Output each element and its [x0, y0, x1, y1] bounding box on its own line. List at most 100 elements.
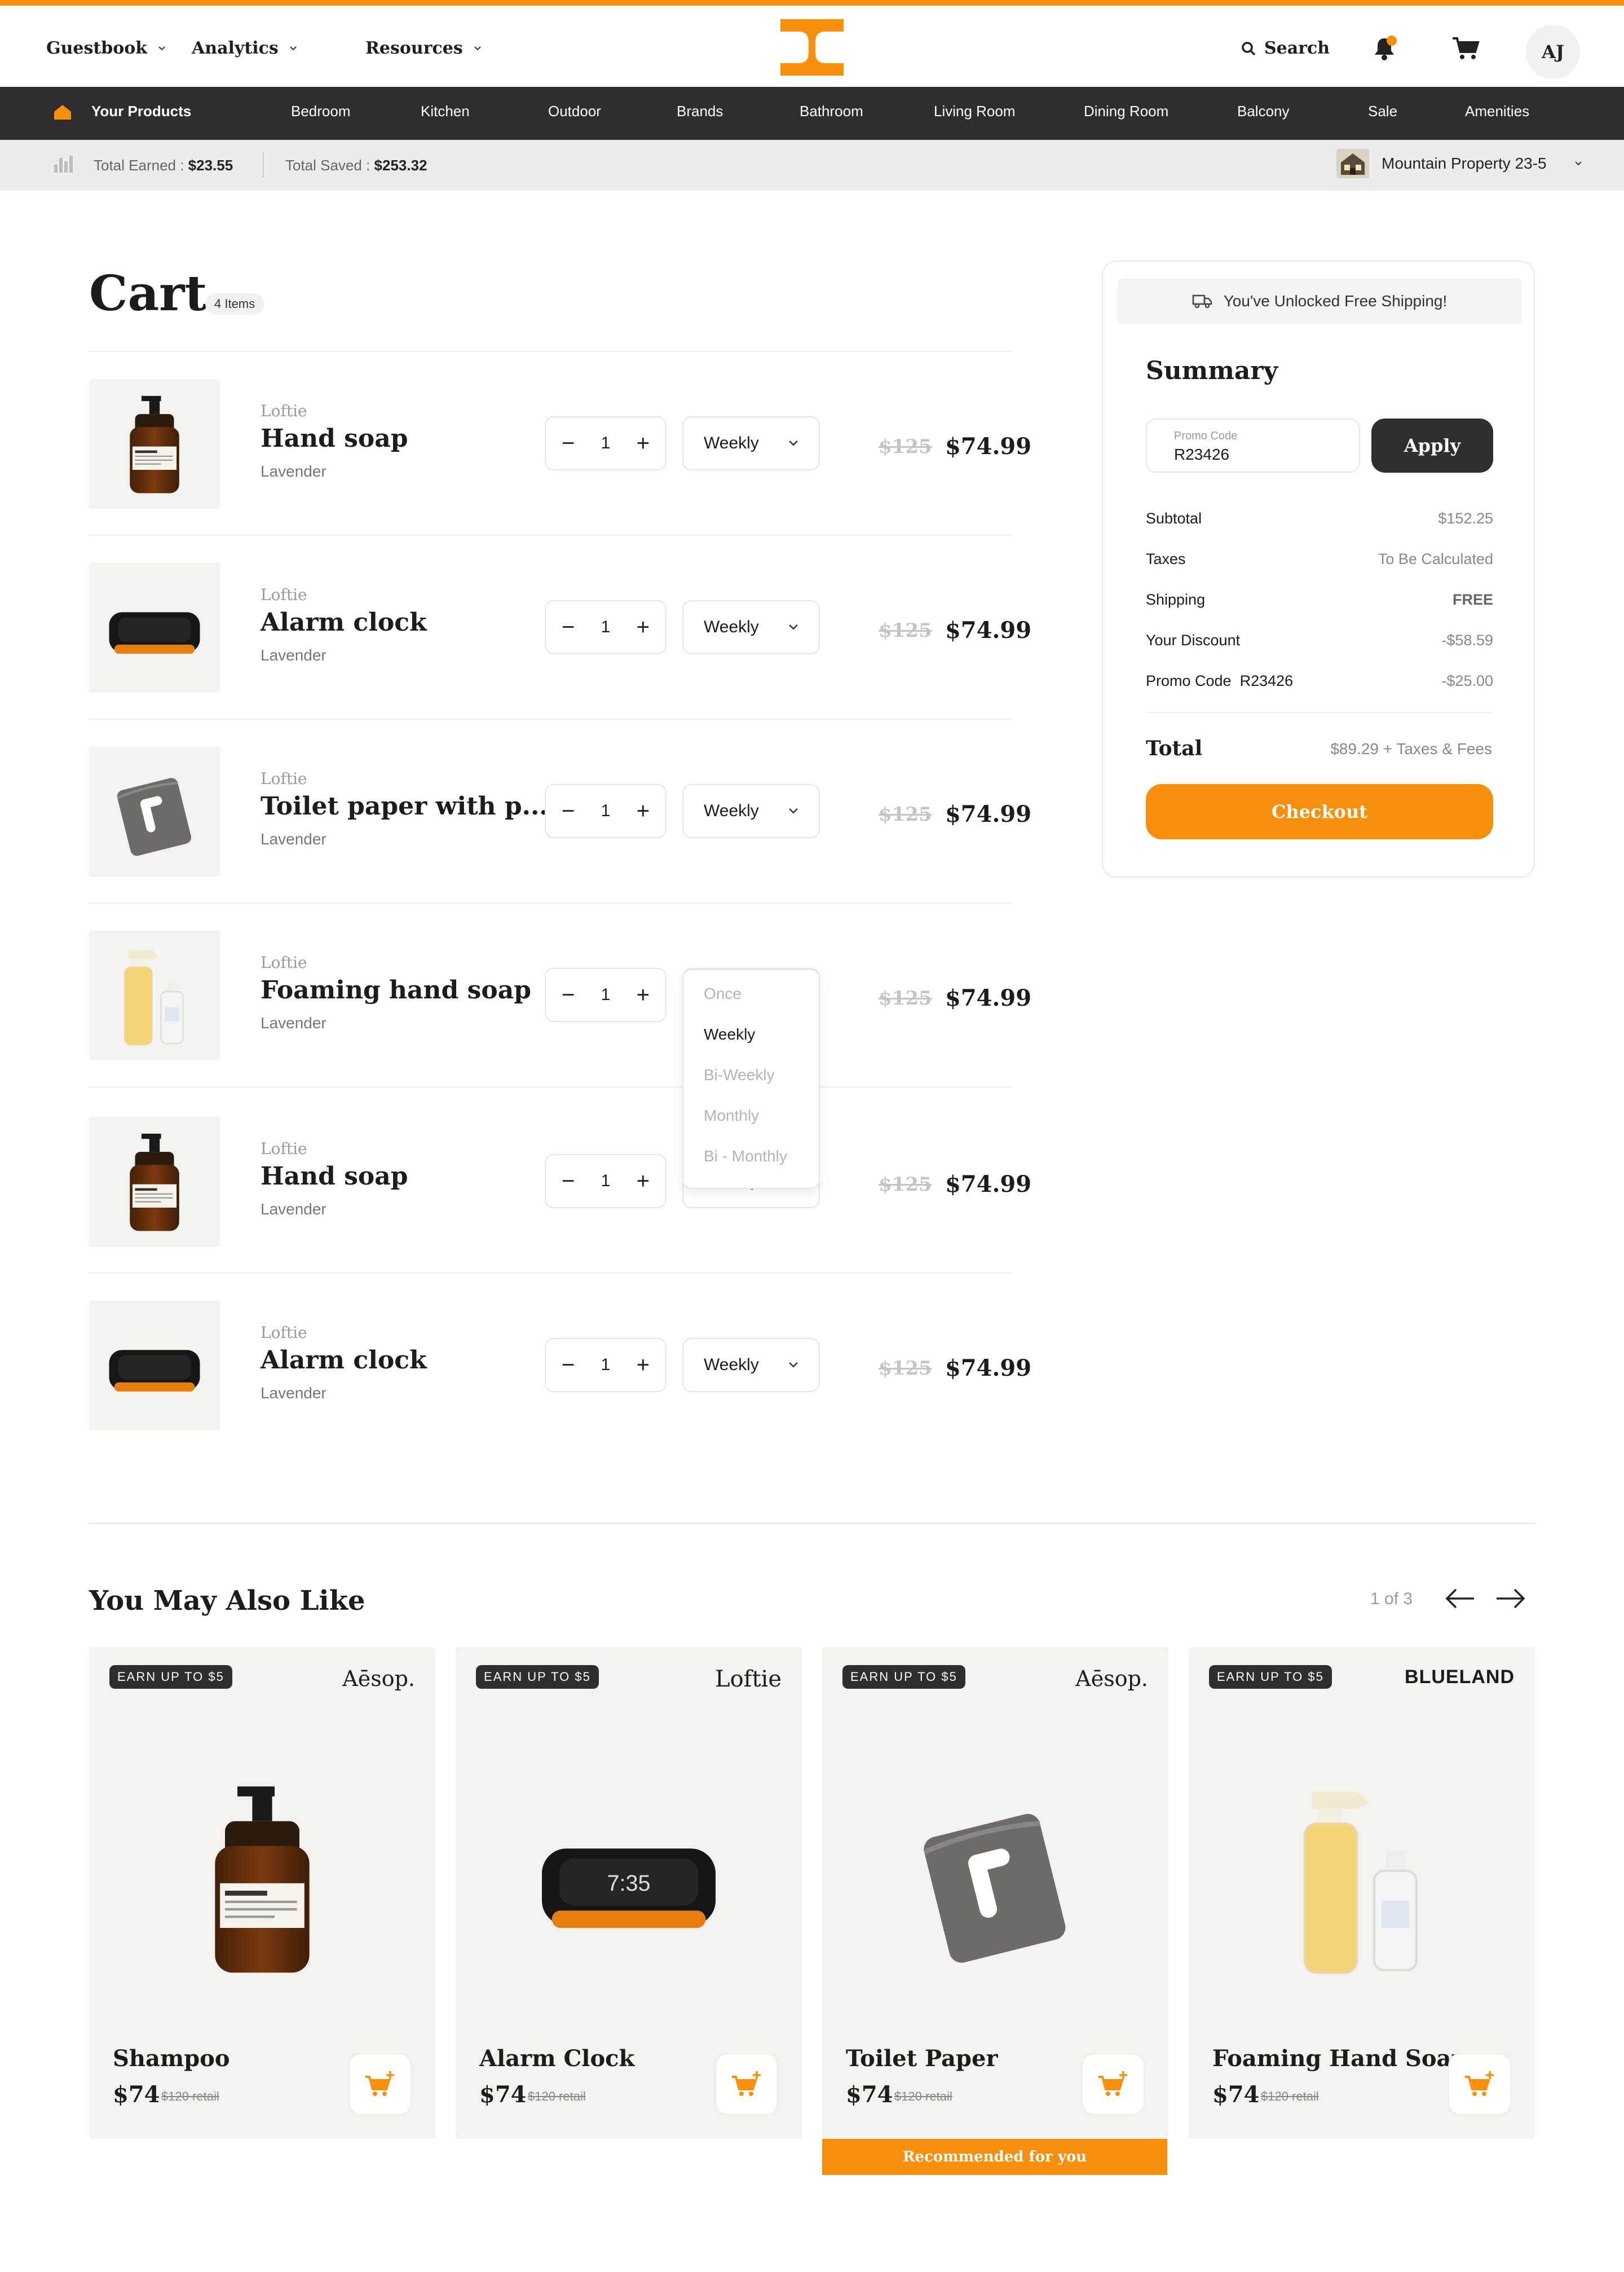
total-saved: Total Saved : $253.32	[285, 157, 427, 174]
category-your-products[interactable]: Your Products	[91, 103, 191, 120]
plus-icon[interactable]: +	[637, 432, 650, 455]
user-avatar[interactable]: AJ	[1526, 25, 1580, 79]
minus-icon[interactable]: −	[562, 1354, 575, 1376]
truck-icon	[1192, 294, 1212, 309]
order-summary-card: You've Unlocked Free Shipping! Summary P…	[1102, 261, 1535, 878]
menu-label: Resources	[365, 38, 463, 58]
add-to-cart-button[interactable]	[1082, 2053, 1145, 2115]
category-dining-room[interactable]: Dining Room	[1084, 103, 1168, 120]
search-label: Search	[1264, 38, 1330, 58]
minus-icon[interactable]: −	[562, 616, 575, 639]
category-bedroom[interactable]: Bedroom	[291, 103, 351, 120]
checkout-button[interactable]: Checkout	[1146, 784, 1493, 839]
product-name[interactable]: Toilet Paper	[846, 2045, 998, 2072]
property-selector[interactable]: Mountain Property 23-5	[1336, 149, 1583, 178]
category-brands[interactable]: Brands	[677, 103, 723, 120]
product-name[interactable]: Hand soap	[261, 424, 408, 453]
summary-row-label: Shipping	[1146, 591, 1206, 608]
chevron-down-icon	[1574, 161, 1582, 166]
minus-icon[interactable]: −	[562, 800, 575, 822]
product-image	[923, 1813, 1066, 1963]
frequency-select[interactable]: Weekly	[682, 416, 820, 470]
product-name[interactable]: Alarm clock	[261, 1346, 427, 1375]
minus-icon[interactable]: −	[562, 1170, 575, 1192]
product-image	[89, 747, 220, 877]
frequency-option-bi-monthly[interactable]: Bi - Monthly	[704, 1147, 787, 1165]
plus-icon[interactable]: +	[637, 616, 650, 639]
category-bathroom[interactable]: Bathroom	[800, 103, 863, 120]
original-price: $125	[879, 1173, 932, 1196]
cart-item: LoftieHand soapLavender−1+Weekly$125$74.…	[89, 1117, 1031, 1247]
arrow-left-icon[interactable]	[1445, 1587, 1475, 1610]
frequency-select[interactable]: Weekly	[682, 600, 820, 654]
frequency-select[interactable]: Weekly	[682, 784, 820, 838]
retail-price: $120 retail	[1261, 2089, 1319, 2103]
svg-text:7:35: 7:35	[607, 1871, 650, 1896]
plus-icon[interactable]: +	[637, 1170, 650, 1192]
product-variant: Lavender	[261, 830, 326, 848]
product-name[interactable]: Alarm clock	[261, 608, 427, 637]
plus-icon[interactable]: +	[637, 1354, 650, 1376]
retail-price: $120 retail	[528, 2089, 586, 2103]
frequency-option-bi-weekly[interactable]: Bi-Weekly	[704, 1066, 775, 1084]
recommendations-title: You May Also Like	[89, 1585, 365, 1617]
product-image	[89, 1117, 220, 1247]
category-sale[interactable]: Sale	[1368, 103, 1397, 120]
add-to-cart-button[interactable]	[348, 2053, 412, 2115]
product-name[interactable]: Shampoo	[113, 2045, 230, 2072]
menu-guestbook[interactable]: Guestbook	[46, 38, 166, 58]
product-name[interactable]: Alarm Clock	[479, 2045, 634, 2072]
total-saved-label: Total Saved :	[285, 157, 374, 174]
shopping-cart-icon[interactable]	[1451, 36, 1480, 61]
add-to-cart-button[interactable]	[715, 2053, 778, 2115]
quantity-value: 1	[601, 1355, 611, 1374]
product-name[interactable]: Foaming hand soap	[261, 976, 531, 1005]
product-variant: Lavender	[261, 463, 326, 480]
menu-resources[interactable]: Resources	[365, 38, 482, 58]
category-outdoor[interactable]: Outdoor	[548, 103, 601, 120]
category-kitchen[interactable]: Kitchen	[421, 103, 470, 120]
cart-item: LoftieHand soapLavender−1+Weekly$125$74.…	[89, 379, 1031, 509]
chevron-down-icon	[789, 624, 798, 630]
product-image-art	[109, 1350, 200, 1392]
menu-analytics[interactable]: Analytics	[192, 38, 298, 58]
promo-code-input[interactable]: Promo Code R23426	[1146, 419, 1360, 473]
product-name[interactable]: Foaming Hand Soap	[1212, 2045, 1467, 2072]
frequency-option-monthly[interactable]: Monthly	[704, 1107, 759, 1125]
product-card[interactable]: EARN UP TO $5 Aēsop. Toilet Paper $74 $120 r…	[822, 1647, 1168, 2139]
top-accent-bar	[0, 0, 1624, 6]
search-button[interactable]: Search	[1241, 38, 1330, 58]
category-amenities[interactable]: Amenities	[1465, 103, 1529, 120]
chevron-down-icon	[158, 46, 165, 50]
add-to-cart-button[interactable]	[1448, 2053, 1511, 2115]
free-shipping-banner: You've Unlocked Free Shipping!	[1118, 279, 1521, 324]
product-card[interactable]: EARN UP TO $5 Aēsop. Shampoo $74 $120 retail	[89, 1647, 435, 2139]
plus-icon[interactable]: +	[637, 984, 650, 1006]
product-variant: Lavender	[261, 646, 326, 664]
arrow-right-icon[interactable]	[1495, 1587, 1526, 1610]
minus-icon[interactable]: −	[562, 984, 575, 1006]
product-card[interactable]: EARN UP TO $5 Loftie 7:35 Alarm Clock $74 $12…	[456, 1647, 802, 2139]
divider	[89, 719, 1012, 720]
frequency-option-weekly[interactable]: Weekly	[704, 1025, 755, 1043]
product-image: 7:35	[542, 1848, 716, 1928]
original-price: $125	[879, 435, 932, 458]
apply-promo-button[interactable]: Apply	[1371, 419, 1493, 473]
total-label: Total	[1146, 737, 1203, 760]
product-name[interactable]: Toilet paper with p...	[261, 792, 548, 821]
earn-badge: EARN UP TO $5	[109, 1665, 232, 1689]
category-living-room[interactable]: Living Room	[934, 103, 1016, 120]
frequency-value: Weekly	[704, 434, 759, 452]
earn-badge: EARN UP TO $5	[476, 1665, 599, 1689]
product-name[interactable]: Hand soap	[261, 1162, 408, 1191]
minus-icon[interactable]: −	[562, 432, 575, 455]
notifications-bell-icon[interactable]	[1371, 35, 1397, 62]
frequency-select[interactable]: Weekly	[682, 1338, 820, 1392]
brand-logo[interactable]	[780, 19, 844, 76]
frequency-option-once[interactable]: Once	[704, 985, 742, 1003]
category-balcony[interactable]: Balcony	[1237, 103, 1290, 120]
product-image	[89, 379, 220, 509]
product-card[interactable]: EARN UP TO $5 BLUELAND Foaming Hand Soap $7…	[1189, 1647, 1535, 2139]
plus-icon[interactable]: +	[637, 800, 650, 822]
summary-row-label: Subtotal	[1146, 510, 1202, 527]
